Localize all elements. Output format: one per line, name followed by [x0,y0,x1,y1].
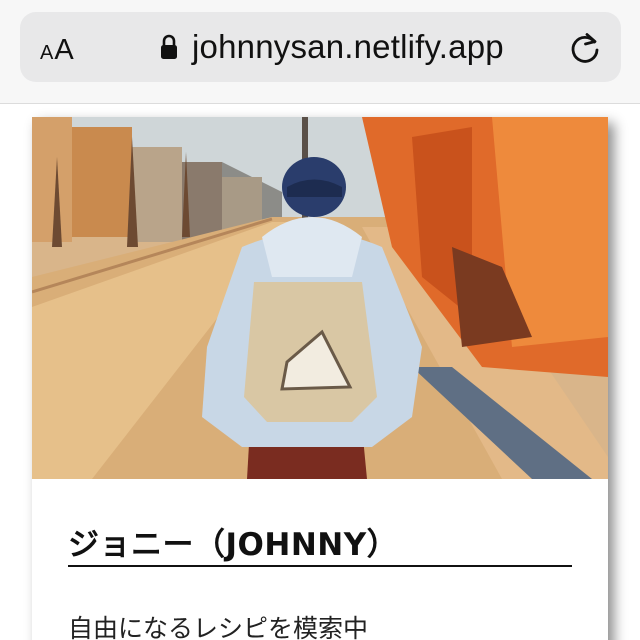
text-size-large-label: A [54,34,74,66]
profile-card: ジョニー（JOHNNY） 自由になるレシピを模索中 [32,117,608,640]
lock-icon [161,34,177,59]
profile-name: ジョニー（JOHNNY） [68,527,399,563]
browser-toolbar: A A johnnysan.netlify.app [0,0,640,104]
url-display[interactable]: johnnysan.netlify.app [160,12,504,82]
url-text: johnnysan.netlify.app [192,28,504,65]
reload-icon[interactable] [568,31,602,65]
text-size-button[interactable]: A A [40,12,74,82]
hero-illustration [32,117,608,479]
hero-image [32,117,608,479]
address-bar[interactable]: A A johnnysan.netlify.app [20,12,621,82]
text-size-small-label: A [40,42,54,64]
title-underline [68,565,572,567]
profile-tagline: 自由になるレシピを模索中 [68,614,369,640]
